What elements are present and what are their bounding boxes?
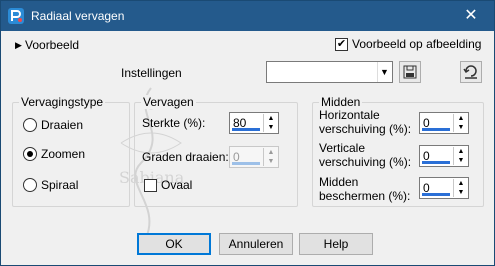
horizontal-slider[interactable] bbox=[422, 128, 450, 131]
protect-slider[interactable] bbox=[422, 193, 450, 196]
degrees-label: Graden draaien: bbox=[142, 150, 229, 164]
spin-down-icon[interactable]: ▼ bbox=[454, 156, 468, 165]
spin-down-icon[interactable]: ▼ bbox=[264, 123, 278, 132]
spin-down-icon[interactable]: ▼ bbox=[454, 188, 468, 197]
reset-button[interactable] bbox=[460, 61, 482, 83]
spin-up-icon[interactable]: ▲ bbox=[454, 147, 468, 156]
spin-up-icon[interactable]: ▲ bbox=[454, 114, 468, 123]
vertical-label-1: Verticale bbox=[319, 141, 366, 155]
preview-toggle-label: Voorbeeld bbox=[25, 38, 80, 52]
preview-on-image-checkbox[interactable]: ✔ bbox=[335, 38, 348, 51]
vertical-arrows[interactable]: ▲ ▼ bbox=[453, 147, 467, 165]
cancel-button[interactable]: Annuleren bbox=[219, 233, 293, 255]
protect-label-2: beschermen (%): bbox=[319, 189, 411, 203]
degrees-slider[interactable] bbox=[232, 162, 260, 165]
radio-draaien[interactable] bbox=[23, 118, 37, 132]
protect-spinner[interactable]: 0 ▲ ▼ bbox=[419, 177, 469, 199]
oval-checkbox[interactable] bbox=[144, 179, 157, 192]
spin-up-icon[interactable]: ▲ bbox=[454, 179, 468, 188]
radio-zoomen[interactable] bbox=[23, 147, 37, 161]
oval-label: Ovaal bbox=[161, 178, 193, 192]
spin-up-icon[interactable]: ▲ bbox=[264, 114, 278, 123]
close-icon[interactable]: ✕ bbox=[462, 7, 480, 25]
spin-down-icon[interactable]: ▼ bbox=[454, 123, 468, 132]
horizontal-label-1: Horizontale bbox=[319, 108, 380, 122]
radio-spiraal-label: Spiraal bbox=[41, 178, 79, 192]
strength-slider[interactable] bbox=[232, 128, 260, 131]
vertical-slider[interactable] bbox=[422, 161, 450, 164]
chevron-down-icon: ▼ bbox=[377, 62, 391, 82]
save-icon bbox=[403, 65, 417, 79]
vertical-label-2: verschuiving (%): bbox=[319, 155, 412, 169]
blur-type-title: Vervagingstype bbox=[19, 95, 106, 109]
reset-icon bbox=[463, 65, 477, 79]
title-bar[interactable]: Radiaal vervagen ✕ bbox=[1, 1, 494, 31]
settings-label: Instellingen bbox=[121, 66, 182, 80]
blur-title: Vervagen bbox=[141, 95, 196, 109]
spin-down-icon[interactable]: ▼ bbox=[264, 157, 278, 166]
degrees-spinner[interactable]: 0 ▲ ▼ bbox=[229, 146, 279, 168]
window-title: Radiaal vervagen bbox=[31, 9, 125, 23]
horizontal-arrows[interactable]: ▲ ▼ bbox=[453, 114, 467, 132]
spin-up-icon[interactable]: ▲ bbox=[264, 148, 278, 157]
radio-spiraal[interactable] bbox=[23, 178, 37, 192]
strength-arrows[interactable]: ▲ ▼ bbox=[263, 114, 277, 132]
degrees-arrows[interactable]: ▲ ▼ bbox=[263, 148, 277, 166]
radio-zoomen-label: Zoomen bbox=[41, 147, 86, 161]
help-button[interactable]: Help bbox=[299, 233, 373, 255]
settings-dropdown[interactable]: ▼ bbox=[266, 61, 393, 83]
strength-spinner[interactable]: 80 ▲ ▼ bbox=[229, 112, 279, 134]
vertical-spinner[interactable]: 0 ▲ ▼ bbox=[419, 145, 469, 167]
app-icon bbox=[8, 8, 24, 24]
protect-label-1: Midden bbox=[319, 175, 359, 189]
center-title: Midden bbox=[319, 95, 363, 109]
dialog-window: Radiaal vervagen ✕ ▶ Voorbeeld ✔ Voorbee… bbox=[0, 0, 495, 266]
radio-draaien-label: Draaien bbox=[41, 118, 84, 132]
strength-label: Sterkte (%): bbox=[142, 116, 206, 130]
ok-button[interactable]: OK bbox=[137, 233, 211, 255]
expand-arrow-icon: ▶ bbox=[15, 40, 22, 50]
preview-on-image-label: Voorbeeld op afbeelding bbox=[352, 37, 482, 51]
horizontal-label-2: verschuiving (%): bbox=[319, 122, 412, 136]
protect-arrows[interactable]: ▲ ▼ bbox=[453, 179, 467, 197]
horizontal-spinner[interactable]: 0 ▲ ▼ bbox=[419, 112, 469, 134]
save-preset-button[interactable] bbox=[399, 61, 421, 83]
